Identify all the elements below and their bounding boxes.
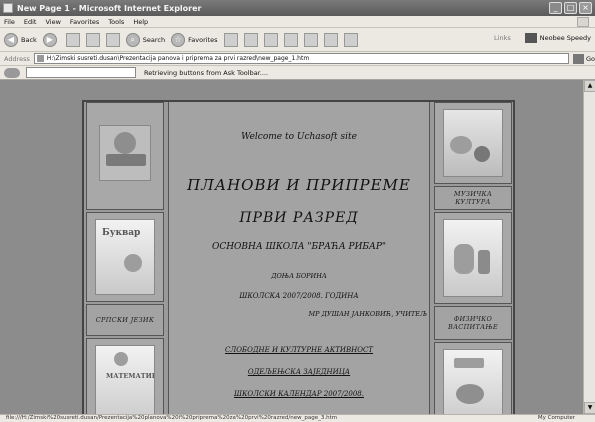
ask-search-input[interactable] — [26, 67, 136, 78]
music-culture-link[interactable]: МУЗИЧКА КУЛТУРА — [435, 190, 511, 206]
scroll-down-icon[interactable]: ▼ — [584, 402, 595, 414]
window-controls: _ □ × — [549, 2, 592, 14]
title-bar: New Page 1 - Microsoft Internet Explorer… — [0, 0, 595, 16]
minimize-button[interactable]: _ — [549, 2, 562, 14]
welcome-text: Welcome to Uchasoft site — [241, 132, 357, 142]
menu-bar: File Edit View Favorites Tools Help — [0, 16, 595, 28]
neobee-button[interactable]: Neobee Speedy — [524, 33, 591, 43]
window-title: New Page 1 - Microsoft Internet Explorer — [17, 3, 202, 13]
menu-file[interactable]: File — [4, 18, 15, 26]
toolbar-right: Links Neobee Speedy — [494, 33, 591, 43]
messenger-icon[interactable] — [343, 32, 358, 47]
stop-icon[interactable] — [65, 32, 80, 47]
music-image-cell[interactable] — [434, 102, 512, 184]
forward-arrow-icon: ▶ — [42, 32, 57, 47]
author-name: МР ДУШАН ЈАНКОВИЋ, УЧИТЕЉ — [308, 310, 427, 318]
history-icon[interactable] — [223, 32, 238, 47]
ask-logo-icon[interactable] — [4, 67, 20, 78]
windows-flag-icon — [577, 17, 589, 27]
back-arrow-icon: ◀ — [4, 32, 18, 47]
home-icon[interactable] — [105, 32, 120, 47]
mail-icon[interactable] — [243, 32, 258, 47]
favorites-label: Favorites — [188, 35, 218, 44]
music-book-image — [443, 109, 503, 177]
web-page-table: Буквар СРПСКИ ЈЕЗИК МАТЕМАТИКА Welcome t… — [82, 100, 515, 414]
neobee-icon — [524, 33, 537, 43]
serbian-language-cell[interactable]: СРПСКИ ЈЕЗИК — [86, 304, 164, 336]
neobee-label: Neobee Speedy — [539, 34, 591, 42]
status-bar: file:///H:/Zimski%20susreti.dusan/Prezen… — [0, 414, 595, 422]
reader-book-cell[interactable]: Буквар — [86, 212, 164, 302]
search-label: Search — [142, 35, 166, 44]
center-column: Welcome to Uchasoft site ПЛАНОВИ И ПРИПР… — [168, 102, 430, 414]
ask-toolbar: Retrieving buttons from Ask Toolbar.... — [0, 66, 595, 80]
page-heading-grade: ПРВИ РАЗРЕД — [239, 210, 359, 226]
right-column: МУЗИЧКА КУЛТУРА ФИЗИЧКО ВАСПИТАЊЕ — [432, 102, 513, 414]
address-label: Address — [4, 54, 30, 63]
computer-clipart — [99, 125, 151, 181]
vertical-scrollbar[interactable]: ▲ ▼ — [583, 80, 595, 414]
music-culture-cell[interactable]: МУЗИЧКА КУЛТУРА — [434, 186, 512, 210]
edit-icon[interactable] — [283, 32, 298, 47]
star-icon: ☆ — [171, 32, 186, 47]
scroll-up-icon[interactable]: ▲ — [584, 80, 595, 92]
back-button[interactable]: ◀ Back — [4, 32, 37, 47]
school-name: ОСНОВНА ШКОЛА "БРАЋА РИБАР" — [211, 242, 387, 252]
ie-icon — [3, 3, 13, 13]
print-icon[interactable] — [263, 32, 278, 47]
go-arrow-icon — [572, 53, 584, 64]
serbian-language-link[interactable]: СРПСКИ ЈЕЗИК — [96, 316, 154, 324]
status-url: file:///H:/Zimski%20susreti.dusan/Prezen… — [6, 415, 338, 421]
computer-image-cell — [86, 102, 164, 210]
forward-button[interactable]: ▶ — [42, 32, 60, 47]
math-book-cell[interactable]: МАТЕМАТИКА — [86, 338, 164, 414]
bukvar-book-title: Буквар — [102, 228, 141, 238]
research-icon[interactable] — [323, 32, 338, 47]
science-book-image — [443, 219, 503, 297]
standard-toolbar: ◀ Back ▶ ⌕ Search ☆ Favorites Links Neob… — [0, 28, 595, 52]
menu-favorites[interactable]: Favorites — [70, 18, 99, 26]
physical-education-cell[interactable]: ФИЗИЧКО ВАСПИТАЊЕ — [434, 306, 512, 340]
world-book-cell[interactable] — [434, 342, 512, 414]
close-button[interactable]: × — [579, 2, 592, 14]
refresh-icon[interactable] — [85, 32, 100, 47]
bukvar-book-image: Буквар — [95, 219, 155, 295]
go-button[interactable]: Go — [572, 53, 595, 64]
back-label: Back — [21, 35, 37, 44]
class-community-link[interactable]: ОДЕЉЕЊСКА ЗАЈЕДНИЦА — [169, 368, 429, 376]
page-heading-plans: ПЛАНОВИ И ПРИПРЕМЕ — [187, 176, 411, 194]
search-button[interactable]: ⌕ Search — [125, 32, 166, 47]
menu-help[interactable]: Help — [133, 18, 148, 26]
menu-view[interactable]: View — [45, 18, 60, 26]
discuss-icon[interactable] — [303, 32, 318, 47]
menu-edit[interactable]: Edit — [24, 18, 37, 26]
school-calendar-link[interactable]: ШКОЛСКИ КАЛЕНДАР 2007/2008. — [169, 390, 429, 398]
address-bar: Address H:\Zimski susreti.dusan\Prezenta… — [0, 52, 595, 66]
school-year: ШКОЛСКА 2007/2008. ГОДИНА — [239, 292, 359, 300]
world-book-image — [443, 349, 503, 414]
page-content: Буквар СРПСКИ ЈЕЗИК МАТЕМАТИКА Welcome t… — [0, 80, 583, 414]
activities-link[interactable]: СЛОБОДНЕ И КУЛТУРНЕ АКТИВНОСТ — [169, 346, 429, 354]
physical-education-link[interactable]: ФИЗИЧКО ВАСПИТАЊЕ — [441, 315, 505, 331]
security-zone: My Computer — [537, 415, 575, 421]
menu-tools[interactable]: Tools — [108, 18, 124, 26]
science-book-cell[interactable] — [434, 212, 512, 304]
search-icon: ⌕ — [125, 32, 140, 47]
maximize-button[interactable]: □ — [564, 2, 577, 14]
go-label: Go — [585, 54, 595, 63]
school-place: ДОЊА БОРИНА — [271, 272, 327, 280]
left-column: Буквар СРПСКИ ЈЕЗИК МАТЕМАТИКА — [84, 102, 166, 414]
ask-status-message: Retrieving buttons from Ask Toolbar.... — [144, 68, 269, 77]
links-label[interactable]: Links — [494, 34, 511, 42]
favorites-button[interactable]: ☆ Favorites — [171, 32, 218, 47]
math-book-image: МАТЕМАТИКА — [95, 345, 155, 414]
math-book-title: МАТЕМАТИКА — [106, 372, 154, 380]
address-input[interactable]: H:\Zimski susreti.dusan\Prezentacija pan… — [33, 53, 569, 64]
